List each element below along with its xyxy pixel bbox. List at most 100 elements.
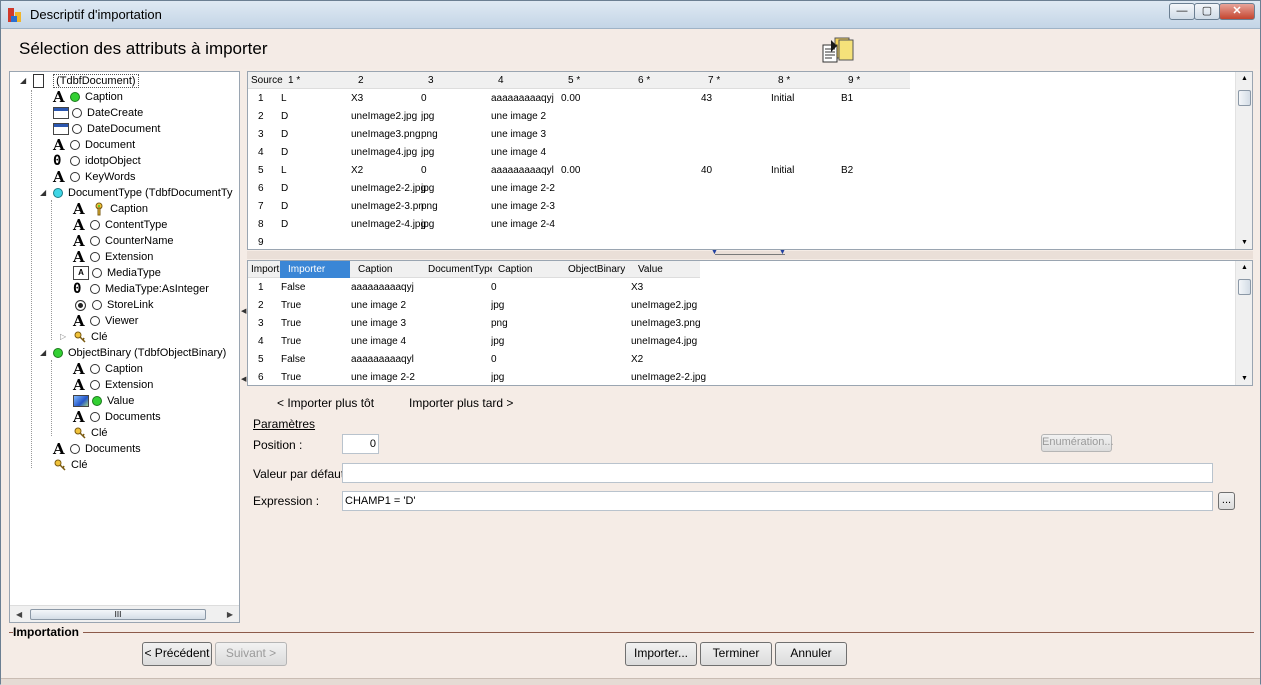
tree-item-mediatype[interactable]: A MediaType bbox=[73, 265, 161, 281]
collapse-icon[interactable]: ◢ bbox=[40, 188, 49, 197]
grid-cell[interactable]: 40 bbox=[701, 162, 712, 180]
grid-cell[interactable]: Initial bbox=[771, 162, 794, 180]
import-grid-vertical-scrollbar[interactable]: ▲ ▼ bbox=[1235, 261, 1252, 385]
column-header[interactable]: 9 * bbox=[848, 72, 860, 89]
row-number[interactable]: 2 bbox=[258, 297, 264, 315]
grid-cell[interactable]: aaaaaaaaaqyl bbox=[351, 351, 414, 369]
grid-cell[interactable]: aaaaaaaaaqyj bbox=[351, 279, 414, 297]
column-header[interactable]: 7 * bbox=[708, 72, 720, 89]
row-number[interactable]: 6 bbox=[258, 180, 264, 198]
tree-item-datedocument[interactable]: DateDocument bbox=[53, 121, 160, 137]
grid-cell[interactable]: True bbox=[281, 333, 301, 351]
grid-cell[interactable]: D bbox=[281, 108, 288, 126]
tree-item-storelink[interactable]: StoreLink bbox=[73, 297, 153, 313]
unselected-marker-icon[interactable] bbox=[90, 380, 100, 391]
finish-button[interactable]: Terminer bbox=[700, 642, 772, 666]
selected-marker-icon[interactable] bbox=[53, 348, 63, 359]
import-earlier-button[interactable]: < Importer plus tôt bbox=[277, 396, 374, 410]
grid-cell[interactable]: uneImage2-2.jpg bbox=[351, 180, 426, 198]
tree-item-document[interactable]: A Document bbox=[53, 137, 135, 153]
grid-cell[interactable]: png bbox=[421, 198, 438, 216]
grid-cell[interactable]: B1 bbox=[841, 90, 853, 108]
row-number[interactable]: 5 bbox=[258, 162, 264, 180]
tree-item-documents[interactable]: A Documents bbox=[53, 441, 141, 457]
grid-cell[interactable]: False bbox=[281, 351, 305, 369]
unselected-marker-icon[interactable] bbox=[92, 300, 102, 311]
splitter-left-icon[interactable]: ◀ bbox=[241, 375, 246, 383]
tree-item-root-key[interactable]: Clé bbox=[53, 457, 88, 473]
column-header[interactable]: Caption bbox=[358, 261, 392, 278]
grid-splitter[interactable]: ▼ ▼ bbox=[247, 249, 1253, 259]
import-button[interactable]: Importer... bbox=[625, 642, 697, 666]
column-header[interactable]: 3 bbox=[428, 72, 434, 89]
grid-cell[interactable]: une image 2-2 bbox=[351, 369, 415, 385]
grid-cell[interactable]: L bbox=[281, 90, 287, 108]
unselected-marker-icon[interactable] bbox=[70, 444, 80, 455]
grid-cell[interactable]: True bbox=[281, 369, 301, 385]
grid-cell[interactable]: png bbox=[491, 315, 508, 333]
grid-cell[interactable]: False bbox=[281, 279, 305, 297]
position-field[interactable]: 0 bbox=[342, 434, 379, 454]
grid-cell[interactable]: True bbox=[281, 297, 301, 315]
column-header[interactable]: Import bbox=[251, 261, 281, 278]
tree-item-viewer[interactable]: A Viewer bbox=[73, 313, 138, 329]
tree-item-root[interactable]: ◢ (TdbfDocument) bbox=[20, 73, 139, 89]
column-header[interactable]: 5 * bbox=[568, 72, 580, 89]
unselected-marker-icon[interactable] bbox=[70, 140, 80, 151]
column-header[interactable]: 4 bbox=[498, 72, 504, 89]
grid-cell[interactable]: 0 bbox=[421, 162, 427, 180]
splitter-left-icon[interactable]: ◀ bbox=[241, 307, 246, 315]
grid-cell[interactable]: 0 bbox=[421, 90, 427, 108]
tree-item-ob-extension[interactable]: A Extension bbox=[73, 377, 153, 393]
grid-cell[interactable]: une image 2-2 bbox=[491, 180, 555, 198]
collapse-icon[interactable]: ◢ bbox=[20, 76, 29, 85]
row-number[interactable]: 4 bbox=[258, 333, 264, 351]
grid-cell[interactable]: D bbox=[281, 180, 288, 198]
row-number[interactable]: 3 bbox=[258, 126, 264, 144]
default-value-field[interactable] bbox=[342, 463, 1213, 483]
unselected-marker-icon[interactable] bbox=[90, 236, 100, 247]
grid-cell[interactable]: L bbox=[281, 162, 287, 180]
row-number[interactable]: 7 bbox=[258, 198, 264, 216]
tree-item-value[interactable]: Value bbox=[73, 393, 134, 409]
grid-cell[interactable]: une image 2 bbox=[351, 297, 406, 315]
expand-icon[interactable]: ▷ bbox=[60, 332, 69, 341]
column-header[interactable]: 8 * bbox=[778, 72, 790, 89]
grid-cell[interactable]: jpg bbox=[421, 216, 434, 234]
grid-cell[interactable]: 0.00 bbox=[561, 162, 580, 180]
tree-item-countername[interactable]: A CounterName bbox=[73, 233, 173, 249]
grid-cell[interactable]: X3 bbox=[631, 279, 643, 297]
column-header[interactable]: Source bbox=[251, 72, 283, 89]
minimize-button[interactable]: — bbox=[1169, 3, 1195, 20]
grid-cell[interactable]: X3 bbox=[351, 90, 363, 108]
unselected-marker-icon[interactable] bbox=[90, 284, 100, 295]
tree-item-caption[interactable]: A Caption bbox=[53, 89, 123, 105]
grid-cell[interactable]: jpg bbox=[421, 108, 434, 126]
grid-cell[interactable]: uneImage2.jpg bbox=[351, 108, 417, 126]
unselected-marker-icon[interactable] bbox=[90, 220, 100, 231]
grid-cell[interactable]: aaaaaaaaaqyl bbox=[491, 162, 554, 180]
next-button[interactable]: Suivant > bbox=[215, 642, 287, 666]
grid-cell[interactable]: uneImage3.png bbox=[351, 126, 421, 144]
row-number[interactable]: 1 bbox=[258, 279, 264, 297]
unselected-marker-icon[interactable] bbox=[92, 268, 102, 279]
scrollbar-thumb[interactable]: III bbox=[30, 609, 206, 620]
grid-cell[interactable]: jpg bbox=[491, 297, 504, 315]
collapse-icon[interactable]: ◢ bbox=[40, 348, 49, 357]
grid-cell[interactable]: X2 bbox=[631, 351, 643, 369]
grid-cell[interactable]: jpg bbox=[491, 333, 504, 351]
row-number[interactable]: 9 bbox=[258, 234, 264, 249]
column-header[interactable]: 1 * bbox=[288, 72, 300, 89]
grid-cell[interactable]: aaaaaaaaaqyj bbox=[491, 90, 554, 108]
attribute-tree[interactable]: ◢ (TdbfDocument) A Caption DateCreate Dat… bbox=[9, 71, 240, 623]
column-header[interactable]: Value bbox=[638, 261, 663, 278]
column-header[interactable]: ObjectBinary bbox=[568, 261, 625, 278]
column-header[interactable]: 2 bbox=[358, 72, 364, 89]
scrollbar-thumb[interactable] bbox=[1238, 279, 1251, 295]
scroll-right-icon[interactable]: ▶ bbox=[227, 610, 233, 619]
unselected-marker-icon[interactable] bbox=[90, 364, 100, 375]
grid-cell[interactable]: uneImage3.png bbox=[631, 315, 701, 333]
tree-item-datecreate[interactable]: DateCreate bbox=[53, 105, 143, 121]
grid-cell[interactable]: uneImage2-3.pn bbox=[351, 198, 424, 216]
grid-cell[interactable]: D bbox=[281, 126, 288, 144]
